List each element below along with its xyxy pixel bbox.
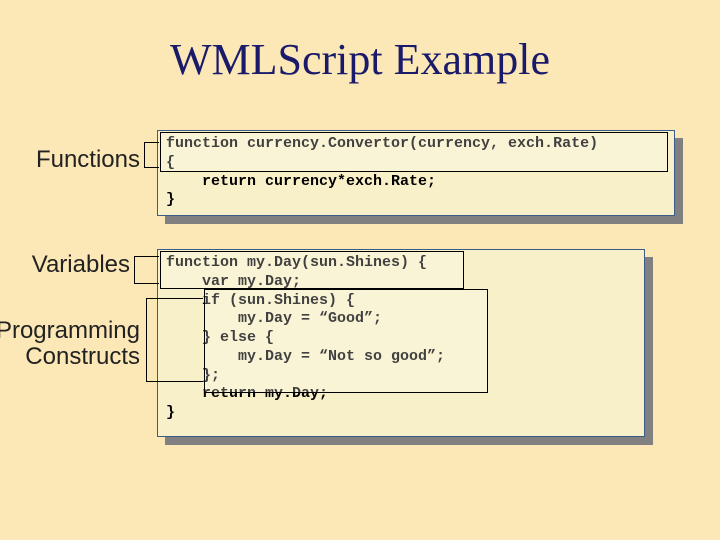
bracket-variables <box>134 256 159 284</box>
bracket-functions <box>144 142 159 168</box>
slide: WMLScript Example Functions Variables Pr… <box>0 0 720 540</box>
code-panel-2: function my.Day(sun.Shines) { var my.Day… <box>157 249 645 437</box>
page-title: WMLScript Example <box>0 34 720 85</box>
label-variables: Variables <box>0 251 130 279</box>
label-functions: Functions <box>0 146 140 174</box>
bracket-constructs <box>146 298 203 382</box>
code-panel-1: function currency.Convertor(currency, ex… <box>157 130 675 216</box>
label-programming-constructs: ProgrammingConstructs <box>0 318 140 371</box>
